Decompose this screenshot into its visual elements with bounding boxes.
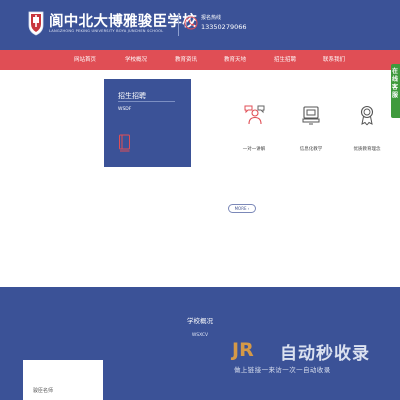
more-button-label: MORE [234, 206, 247, 211]
feature-label: 优质教育理念 [353, 147, 381, 152]
phone-icon [184, 16, 198, 30]
nav-item-school-overview[interactable]: 学校概况 [125, 50, 147, 70]
site-header: 阆中北大博雅骏臣学校 LANGZHONG PEKING UNIVERSITY B… [0, 0, 400, 50]
computer-icon [302, 106, 320, 125]
nav-item-education-world[interactable]: 教育天地 [224, 50, 246, 70]
school-logo-icon[interactable] [27, 10, 45, 36]
main-navbar: 网站首页 学校概况 教育资讯 教育天地 招生招聘 联系我们 [0, 50, 400, 70]
admissions-title: 招生招聘 [118, 92, 146, 100]
watermark-logo: JR [232, 339, 254, 361]
watermark-subtitle: 做上链接一来访一次一自动收录 [234, 366, 331, 374]
feature-one-on-one[interactable]: 一对一讲解 [224, 100, 284, 160]
online-service-label: 在线客服 [392, 68, 399, 99]
feature-quality-philosophy[interactable]: 优质教育理念 [337, 100, 397, 160]
site-title[interactable]: 阆中北大博雅骏臣学校 [49, 10, 197, 31]
feature-it-teaching[interactable]: 信息化教学 [281, 100, 341, 160]
teachers-card[interactable]: 骏臣名师 [23, 360, 103, 400]
nav-item-education-news[interactable]: 教育资讯 [175, 50, 197, 70]
feature-label: 信息化教学 [299, 147, 323, 152]
header-divider [178, 14, 179, 36]
site-subtitle: LANGZHONG PEKING UNIVERSITY BOYA JUNCHEN… [49, 29, 164, 33]
admissions-card[interactable]: 招生招聘 WSDF [104, 79, 191, 167]
nav-item-contact[interactable]: 联系我们 [323, 50, 345, 70]
teachers-card-label: 骏臣名师 [33, 388, 54, 394]
award-icon [360, 105, 374, 126]
book-icon [119, 134, 130, 152]
watermark-title: 自动秒收录 [280, 344, 370, 364]
admissions-subtitle: WSDF [118, 107, 132, 112]
tutoring-icon [244, 105, 265, 125]
phone-number[interactable]: 13350279066 [201, 23, 247, 31]
section-title: 学校概况 [187, 317, 213, 325]
watermark-overlay: JR 自动秒收录 做上链接一来访一次一自动收录 [226, 335, 384, 380]
admissions-divider [118, 101, 175, 102]
more-button[interactable]: MORE › [228, 204, 256, 213]
phone-label: 报名热线 [201, 15, 222, 21]
nav-item-home[interactable]: 网站首页 [74, 50, 96, 70]
nav-item-admissions[interactable]: 招生招聘 [274, 50, 296, 70]
feature-label: 一对一讲解 [242, 147, 266, 152]
